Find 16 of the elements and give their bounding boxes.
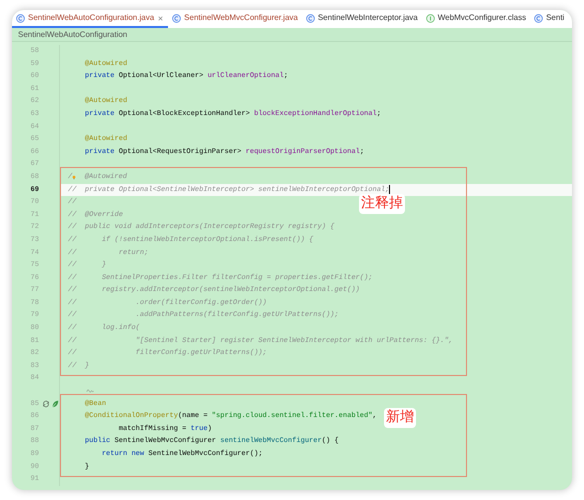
editor-tab[interactable]: Senti xyxy=(530,10,568,28)
close-icon xyxy=(157,14,164,22)
circular-arrows-icon xyxy=(42,400,50,408)
class-icon xyxy=(306,14,315,22)
leaf-icon xyxy=(51,400,59,408)
class-icon xyxy=(534,14,544,22)
interface-icon xyxy=(426,14,435,22)
editor-tab[interactable]: WebMvcConfigurer.class xyxy=(422,10,530,28)
callout-label: 新增 xyxy=(384,408,416,428)
callout-label: 注释掉 xyxy=(359,194,405,214)
class-icon xyxy=(172,14,182,22)
class-icon xyxy=(16,14,25,22)
editor-tab[interactable]: SentinelWebMvcConfigurer.java xyxy=(168,10,302,28)
hint-icon[interactable] xyxy=(85,387,95,396)
breadcrumb[interactable]: SentinelWebAutoConfiguration xyxy=(12,28,572,42)
editor-tab[interactable]: SentinelWebInterceptor.java xyxy=(302,10,422,28)
